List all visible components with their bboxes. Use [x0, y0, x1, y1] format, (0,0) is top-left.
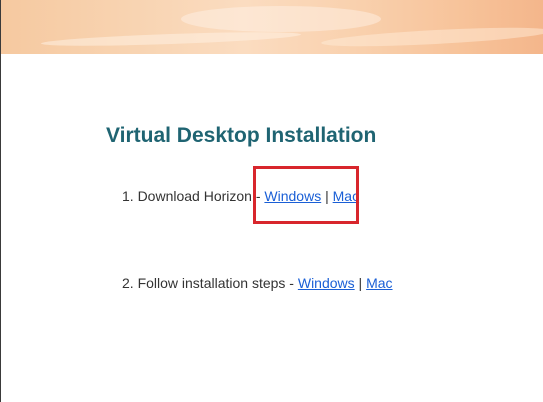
banner-streak [40, 29, 302, 49]
install-steps-mac-link[interactable]: Mac [366, 275, 392, 291]
step-text: 2. Follow installation steps - [122, 275, 298, 291]
install-steps-windows-link[interactable]: Windows [298, 275, 355, 291]
step-text: 1. Download Horizon - [122, 188, 265, 204]
banner-glow [181, 6, 381, 32]
page-frame: Virtual Desktop Installation 1. Download… [0, 0, 543, 402]
link-separator: | [321, 188, 333, 204]
step-download-horizon: 1. Download Horizon - Windows | Mac [122, 188, 359, 204]
left-border [0, 0, 1, 402]
page-title: Virtual Desktop Installation [106, 124, 377, 147]
banner-streak [320, 23, 543, 51]
step-installation-guide: 2. Follow installation steps - Windows |… [122, 275, 393, 291]
link-separator: | [354, 275, 367, 291]
header-banner [1, 0, 543, 54]
download-mac-link[interactable]: Mac [333, 188, 359, 204]
download-windows-link[interactable]: Windows [264, 188, 321, 204]
